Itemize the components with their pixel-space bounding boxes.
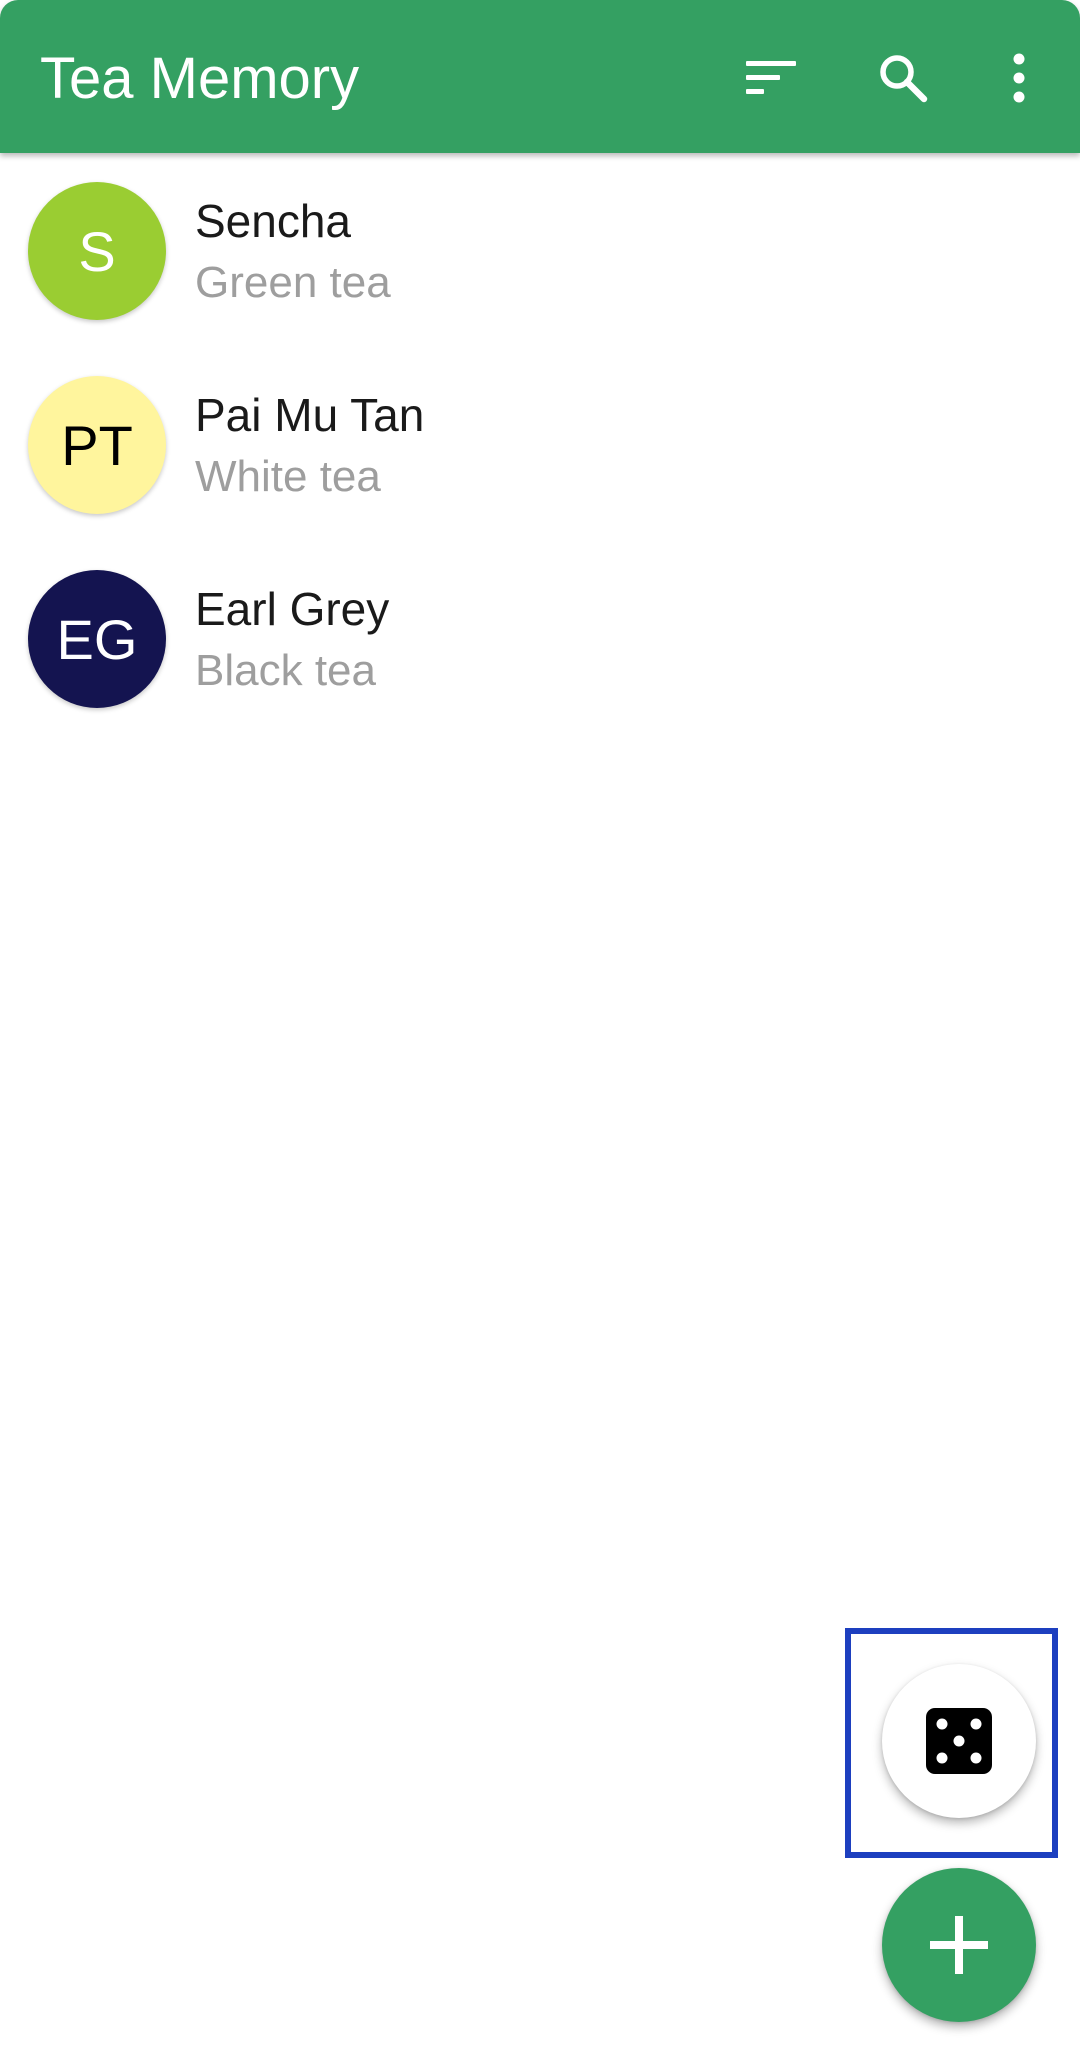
more-vert-icon xyxy=(1013,53,1025,103)
tea-memory-screen: Tea Memory S Sencha Green tea PT Pai Mu … xyxy=(0,0,1080,2065)
app-title: Tea Memory xyxy=(40,46,360,111)
add-tea-button[interactable] xyxy=(882,1868,1036,2022)
tea-type: Black tea xyxy=(195,646,376,695)
random-tea-button[interactable] xyxy=(882,1664,1036,1818)
list-item[interactable]: S Sencha Green tea xyxy=(0,153,1080,347)
more-options-button[interactable] xyxy=(977,36,1061,120)
app-bar: Tea Memory xyxy=(0,0,1080,153)
sort-icon xyxy=(746,61,796,94)
avatar: EG xyxy=(28,570,166,708)
search-icon xyxy=(880,55,928,103)
dice-icon xyxy=(926,1708,992,1774)
sort-button[interactable] xyxy=(729,36,813,120)
tea-name: Sencha xyxy=(195,195,352,247)
list-item[interactable]: EG Earl Grey Black tea xyxy=(0,541,1080,735)
search-button[interactable] xyxy=(861,36,945,120)
avatar: S xyxy=(28,182,166,320)
tea-name: Earl Grey xyxy=(195,583,390,635)
list-item[interactable]: PT Pai Mu Tan White tea xyxy=(0,347,1080,541)
tea-type: Green tea xyxy=(195,258,391,307)
tea-name: Pai Mu Tan xyxy=(195,389,425,441)
tea-type: White tea xyxy=(195,452,381,501)
plus-icon xyxy=(930,1916,988,1974)
avatar: PT xyxy=(28,376,166,514)
